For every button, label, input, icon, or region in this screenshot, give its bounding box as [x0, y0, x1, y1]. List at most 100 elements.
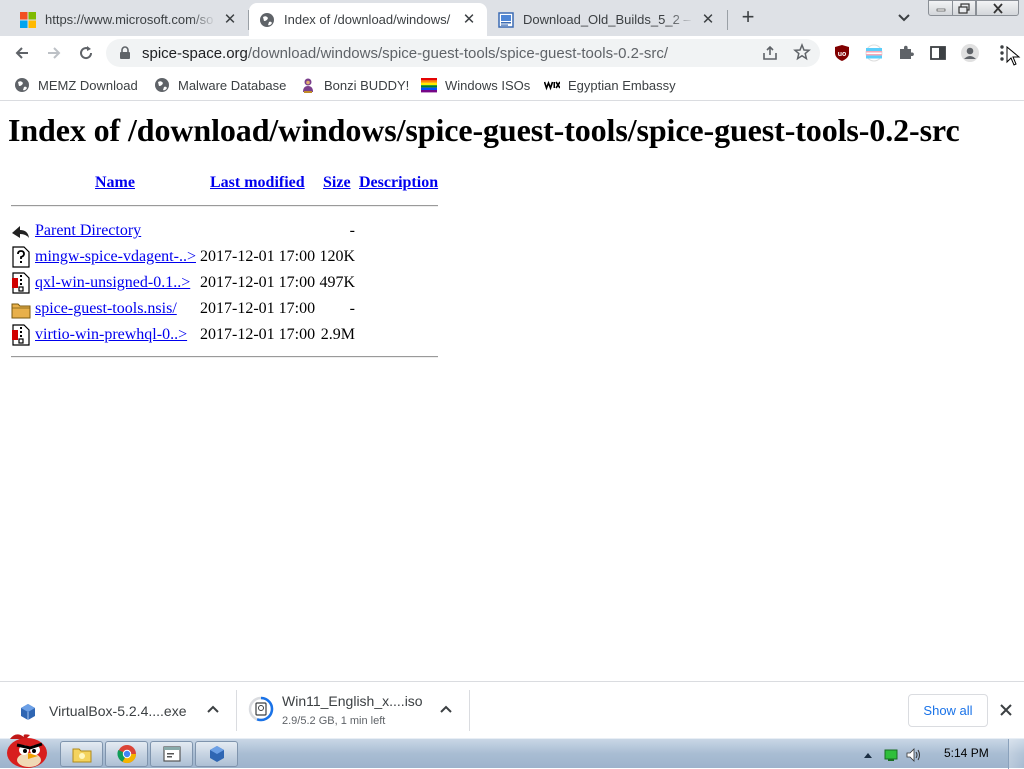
tab-search-chevron-icon[interactable] [895, 10, 913, 26]
virtualbox-icon [21, 704, 35, 720]
download-filename: VirtualBox-5.2.4....exe [49, 703, 187, 719]
side-panel-button[interactable] [926, 41, 950, 65]
close-icon [992, 2, 1003, 14]
tab-close-icon[interactable]: ✕ [700, 11, 716, 28]
column-header-name[interactable]: Name [95, 174, 135, 192]
tab-microsoft[interactable]: https://www.microsoft.com/so ✕ [10, 3, 248, 36]
archive-file-icon [12, 324, 30, 346]
share-icon[interactable] [761, 44, 779, 62]
show-all-downloads-button[interactable]: Show all [908, 694, 988, 727]
chevron-up-icon[interactable] [438, 702, 454, 718]
file-link[interactable]: mingw-spice-vdagent-..> [35, 248, 196, 266]
explorer-icon [72, 748, 91, 763]
ublock-extension-button[interactable]: uo [830, 41, 854, 65]
angry-bird-start-icon[interactable] [2, 731, 52, 769]
rainbow-flag-icon [421, 78, 437, 93]
archive-file-icon [12, 272, 30, 294]
address-bar[interactable]: spice-space.org/download/windows/spice-g… [106, 39, 820, 67]
download-divider [469, 690, 470, 731]
show-desktop-button[interactable] [1008, 739, 1024, 769]
bookmark-memz-download[interactable]: MEMZ Download [14, 75, 138, 95]
profile-button[interactable] [958, 41, 982, 65]
taskbar-chrome[interactable] [105, 741, 148, 767]
taskbar-explorer[interactable] [60, 741, 103, 767]
flag-extension-button[interactable] [862, 41, 886, 65]
bookmark-label: Malware Database [178, 77, 287, 93]
tab-download-old-builds[interactable]: Download_Old_Builds_5_2 – O ✕ [488, 3, 726, 36]
tab-divider [727, 10, 728, 30]
file-link[interactable]: Parent Directory [35, 222, 141, 240]
reload-button[interactable] [74, 41, 98, 65]
bookmark-label: Bonzi BUDDY! [324, 77, 410, 93]
url-host: spice-space.org [142, 45, 248, 62]
bookmark-windows-isos[interactable]: Windows ISOs [421, 75, 530, 95]
taskbar: 5:14 PM [0, 734, 1024, 769]
window-restore-button[interactable] [952, 0, 976, 16]
lock-icon[interactable] [118, 46, 132, 60]
forward-button[interactable] [42, 41, 66, 65]
bookmark-label: MEMZ Download [38, 77, 138, 93]
browser-toolbar: spice-space.org/download/windows/spice-g… [0, 36, 1024, 70]
file-date: 2017-12-01 17:00 [200, 326, 316, 343]
bonzi-icon [303, 78, 313, 93]
puzzle-icon [900, 45, 914, 59]
file-link[interactable]: virtio-win-prewhql-0..> [35, 326, 187, 344]
back-button[interactable] [10, 41, 34, 65]
chrome-icon [116, 745, 136, 764]
file-size: - [349, 300, 355, 317]
file-date: 2017-12-01 17:00 [200, 274, 316, 291]
tray-show-hidden-icons[interactable] [860, 747, 876, 763]
url-text: spice-space.org/download/windows/spice-g… [142, 45, 668, 62]
extensions-button[interactable] [894, 41, 918, 65]
table-row: virtio-win-prewhql-0..> 2017-12-01 17:00… [0, 323, 440, 347]
file-size: - [349, 222, 355, 239]
file-size: 120K [319, 248, 355, 265]
close-icon[interactable] [997, 701, 1015, 719]
download-status: 2.9/5.2 GB, 1 min left [282, 715, 386, 727]
bookmarks-bar: MEMZ Download Malware Database Bonzi BUD… [0, 70, 1024, 101]
column-header-last-modified[interactable]: Last modified [210, 174, 305, 192]
table-divider-top [11, 205, 438, 207]
table-row: mingw-spice-vdagent-..> 2017-12-01 17:00… [0, 245, 440, 269]
bookmark-label: Windows ISOs [445, 77, 531, 93]
column-header-size[interactable]: Size [323, 174, 351, 192]
speaker-icon [906, 748, 920, 762]
download-shelf: VirtualBox-5.2.4....exe Win11_English_x.… [0, 681, 1024, 738]
download-progress-icon [248, 696, 274, 722]
taskbar-window[interactable] [150, 741, 193, 767]
taskbar-virtualbox[interactable] [195, 741, 238, 767]
wiki-page-icon [498, 11, 514, 28]
reload-icon [80, 46, 93, 60]
bookmark-bonzi-buddy[interactable]: Bonzi BUDDY! [300, 75, 409, 95]
new-tab-button[interactable]: + [736, 6, 760, 30]
bookmark-malware-database[interactable]: Malware Database [154, 75, 286, 95]
bookmark-egyptian-embassy[interactable]: Egyptian Embassy [544, 75, 676, 95]
file-link[interactable]: spice-guest-tools.nsis/ [35, 300, 177, 318]
forward-icon [48, 47, 61, 59]
virtualbox-icon [209, 746, 224, 762]
tab-title: Index of /download/windows/ [284, 12, 451, 27]
tab-index-download[interactable]: Index of /download/windows/ ✕ [249, 3, 487, 36]
menu-icon [1000, 45, 1004, 61]
chevron-up-icon[interactable] [205, 702, 221, 718]
table-row: Parent Directory - [0, 219, 440, 243]
tab-close-icon[interactable]: ✕ [461, 11, 477, 28]
column-header-description[interactable]: Description [359, 174, 438, 192]
bookmark-label: Egyptian Embassy [568, 77, 676, 93]
wix-icon [544, 80, 560, 91]
star-icon[interactable] [793, 43, 811, 61]
table-row: spice-guest-tools.nsis/ 2017-12-01 17:00… [0, 297, 440, 321]
page-title: Index of /download/windows/spice-guest-t… [8, 112, 960, 148]
window-close-button[interactable] [976, 0, 1019, 16]
taskbar-clock[interactable]: 5:14 PM [944, 746, 989, 760]
tray-network-icon[interactable] [883, 747, 899, 763]
profile-icon [961, 44, 979, 62]
download-item-win11[interactable]: Win11_English_x....iso 2.9/5.2 GB, 1 min… [237, 682, 469, 739]
tab-close-icon[interactable]: ✕ [222, 11, 238, 28]
window-minimize-button[interactable] [928, 0, 953, 16]
microsoft-logo-icon [20, 11, 36, 28]
tray-volume-icon[interactable] [906, 747, 922, 763]
globe-icon [155, 78, 169, 92]
network-icon [884, 749, 898, 761]
file-link[interactable]: qxl-win-unsigned-0.1..> [35, 274, 190, 292]
